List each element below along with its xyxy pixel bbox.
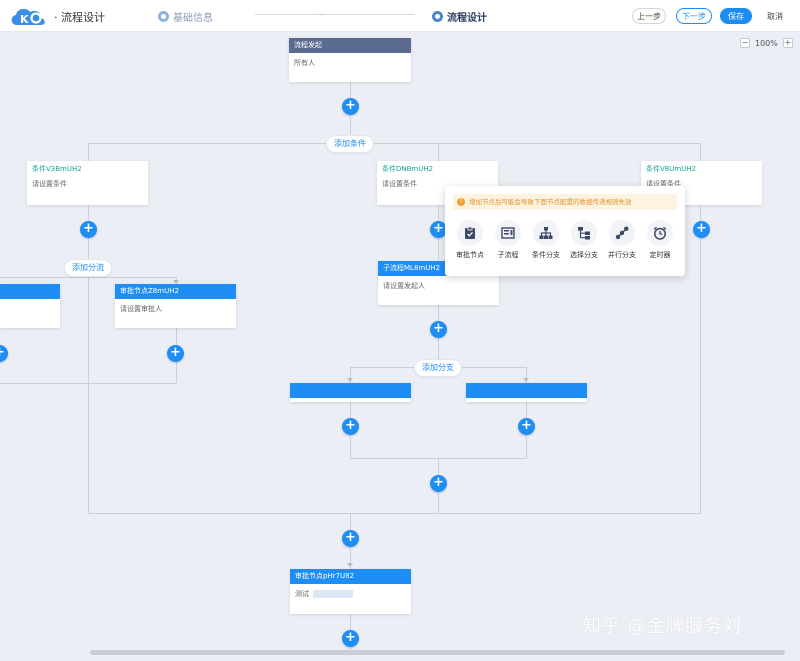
node-content: 所有人 bbox=[294, 59, 315, 67]
node-content: 请设置审批人 bbox=[120, 305, 162, 313]
step-indicator-icon bbox=[432, 11, 443, 22]
add-node-button[interactable]: + bbox=[342, 630, 359, 647]
option-condition-branch[interactable]: 条件分支 bbox=[527, 220, 565, 260]
save-button[interactable]: 保存 bbox=[720, 8, 752, 24]
add-node-button[interactable]: + bbox=[342, 418, 359, 435]
add-node-button[interactable]: + bbox=[167, 345, 184, 362]
warning-text: 增加节点后可能会导致下面节点配置的数据传递规则失效 bbox=[469, 198, 632, 206]
start-node[interactable]: 流程发起 所有人 bbox=[289, 38, 411, 82]
option-approval-node[interactable]: 审批节点 bbox=[451, 220, 489, 260]
zoom-level: 100% bbox=[755, 38, 778, 48]
add-node-button[interactable]: + bbox=[693, 221, 710, 238]
add-node-button[interactable]: + bbox=[518, 418, 535, 435]
option-label: 子流程 bbox=[497, 251, 519, 259]
step-divider bbox=[255, 14, 415, 15]
parallel-branch-icon bbox=[615, 226, 629, 240]
option-select-branch[interactable]: 选择分支 bbox=[565, 220, 603, 260]
app-title: · 流程设计 bbox=[54, 11, 105, 24]
step-label: 流程设计 bbox=[447, 13, 487, 24]
prev-step-button[interactable]: 上一步 bbox=[632, 8, 666, 24]
branch-node-left[interactable]: 审批节点1 bbox=[290, 383, 411, 402]
select-branch-icon bbox=[578, 227, 590, 240]
zoom-control: − 100% + bbox=[740, 38, 793, 48]
node-title: 条件V8UmUH2 bbox=[641, 161, 762, 177]
node-content: 测试 bbox=[290, 584, 411, 599]
node-title: 流程发起 bbox=[289, 38, 411, 53]
subprocess-icon bbox=[501, 227, 515, 239]
add-node-popup: ! 增加节点后可能会导致下面节点配置的数据传递规则失效 审批节点 子流程 条件分… bbox=[445, 186, 685, 276]
option-label: 条件分支 bbox=[532, 251, 560, 259]
warning-tip: ! 增加节点后可能会导致下面节点配置的数据传递规则失效 bbox=[453, 194, 677, 210]
approval-node-left[interactable]: 审批节点Z8mUH2 请设置审批人 bbox=[115, 284, 236, 328]
condition-node-a[interactable]: 条件V3BmUH2 请设置条件 bbox=[27, 161, 148, 205]
node-title: 审批节点pHr7U82 bbox=[290, 569, 411, 584]
chevron-down-icon: ⌄ bbox=[318, 9, 324, 17]
warning-icon: ! bbox=[457, 198, 465, 206]
option-label: 审批节点 bbox=[456, 251, 484, 259]
timer-icon bbox=[653, 226, 667, 240]
option-parallel-branch[interactable]: 并行分支 bbox=[603, 220, 641, 260]
partial-node-left[interactable] bbox=[0, 284, 60, 328]
add-node-button[interactable]: + bbox=[430, 321, 447, 338]
node-title: 条件DNBmUH2 bbox=[377, 161, 498, 177]
node-content: 请设置条件 bbox=[32, 180, 67, 188]
approval-icon bbox=[465, 226, 475, 239]
add-node-button[interactable]: + bbox=[342, 530, 359, 547]
option-timer[interactable]: 定时器 bbox=[641, 220, 679, 260]
add-branch-button-left[interactable]: 添加分流 bbox=[64, 259, 112, 277]
svg-text:K: K bbox=[20, 13, 29, 26]
option-subprocess[interactable]: 子流程 bbox=[489, 220, 527, 260]
step-flow-design[interactable]: 流程设计 bbox=[432, 9, 487, 24]
add-branch-button[interactable]: 添加分支 bbox=[414, 359, 462, 377]
top-bar: K · 流程设计 基础信息 ⌄ 流程设计 上一步 下一步 保存 取消 bbox=[0, 0, 800, 32]
app-logo: K bbox=[11, 8, 45, 26]
option-label: 并行分支 bbox=[608, 251, 636, 259]
branch-node-right[interactable]: 审批节点2 bbox=[466, 383, 587, 402]
node-title: 审批节点2 bbox=[466, 383, 587, 398]
step-label: 基础信息 bbox=[173, 13, 213, 24]
node-title: 审批节点Z8mUH2 bbox=[115, 284, 236, 299]
approver-text: 测试 bbox=[295, 590, 309, 598]
step-indicator-icon bbox=[158, 11, 169, 22]
add-node-button[interactable]: + bbox=[80, 221, 97, 238]
add-node-button[interactable]: + bbox=[430, 475, 447, 492]
option-label: 定时器 bbox=[649, 251, 671, 259]
cancel-button[interactable]: 取消 bbox=[760, 8, 790, 24]
zoom-in-button[interactable]: + bbox=[782, 38, 793, 48]
add-node-button[interactable]: + bbox=[0, 345, 8, 362]
node-title: 条件V3BmUH2 bbox=[27, 161, 148, 177]
add-node-button[interactable]: + bbox=[342, 98, 359, 115]
add-condition-button[interactable]: 添加条件 bbox=[326, 135, 374, 153]
watermark: 知乎 @金牌服务刘 bbox=[583, 616, 742, 637]
redacted-name bbox=[313, 590, 354, 598]
step-basic-info[interactable]: 基础信息 bbox=[158, 9, 213, 24]
node-title: 审批节点1 bbox=[290, 383, 411, 398]
zoom-out-button[interactable]: − bbox=[740, 38, 750, 48]
node-content: 请设置发起人 bbox=[383, 282, 425, 290]
approval-node-bottom[interactable]: 审批节点pHr7U82 测试 bbox=[290, 569, 411, 614]
next-step-button[interactable]: 下一步 bbox=[676, 8, 712, 24]
option-label: 选择分支 bbox=[570, 251, 598, 259]
condition-branch-icon bbox=[539, 227, 553, 239]
horizontal-scrollbar[interactable] bbox=[90, 650, 785, 655]
